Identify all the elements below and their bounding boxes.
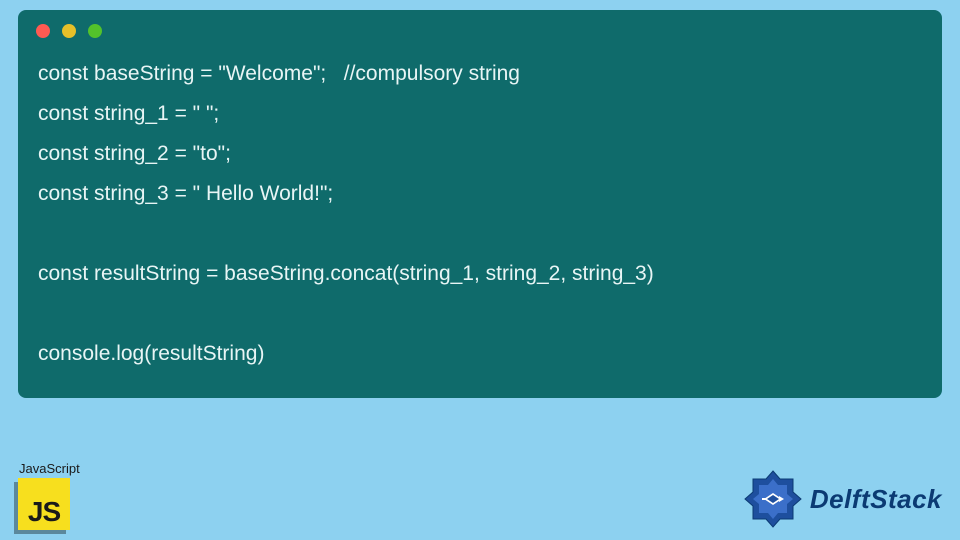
javascript-icon-text: JS — [28, 496, 60, 528]
code-line: const string_3 = " Hello World!"; — [38, 174, 922, 214]
code-line — [38, 294, 922, 334]
code-line: console.log(resultString) — [38, 334, 922, 374]
footer: JavaScript JS DelftStack — [18, 461, 942, 530]
code-line: const string_1 = " "; — [38, 94, 922, 134]
brand-logo-icon — [742, 468, 804, 530]
code-window: const baseString = "Welcome"; //compulso… — [18, 10, 942, 398]
brand: DelftStack — [742, 468, 942, 530]
code-line — [38, 214, 922, 254]
window-titlebar — [18, 10, 942, 46]
brand-name: DelftStack — [810, 484, 942, 515]
code-body: const baseString = "Welcome"; //compulso… — [18, 46, 942, 374]
code-line: const string_2 = "to"; — [38, 134, 922, 174]
code-line: const baseString = "Welcome"; //compulso… — [38, 54, 922, 94]
close-icon[interactable] — [36, 24, 50, 38]
javascript-icon: JS — [18, 478, 70, 530]
maximize-icon[interactable] — [88, 24, 102, 38]
language-label: JavaScript — [19, 461, 80, 476]
minimize-icon[interactable] — [62, 24, 76, 38]
language-badge: JavaScript JS — [18, 461, 80, 530]
code-line: const resultString = baseString.concat(s… — [38, 254, 922, 294]
